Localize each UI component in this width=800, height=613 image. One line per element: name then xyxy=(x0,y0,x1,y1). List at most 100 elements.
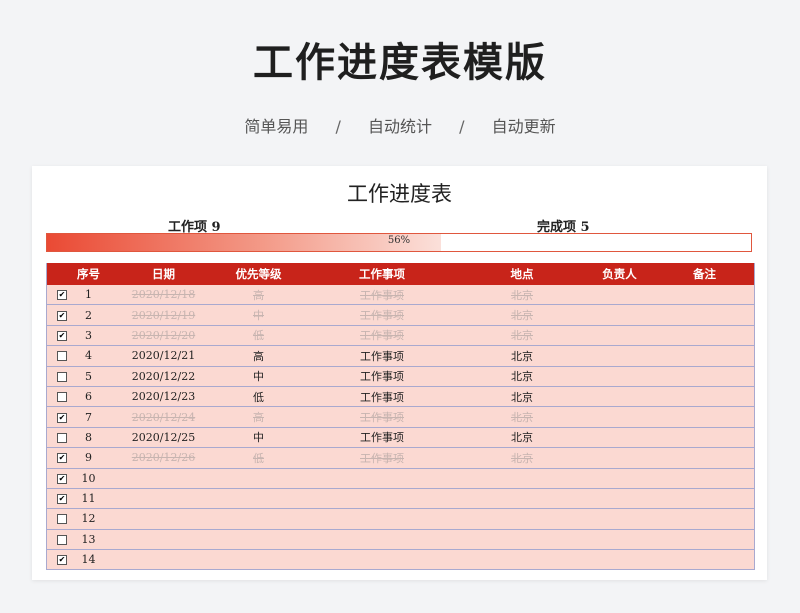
row-location[interactable]: 北京 xyxy=(468,450,576,466)
table-row: ✔ 2 2020/12/19 中工作事项 北京 xyxy=(47,305,754,326)
row-number[interactable]: 14 xyxy=(71,553,106,566)
row-date[interactable]: 2020/12/21 xyxy=(106,349,221,362)
row-priority[interactable]: 低 xyxy=(221,389,296,405)
row-date[interactable]: 2020/12/23 xyxy=(106,390,221,403)
row-number[interactable]: 2 xyxy=(71,309,106,322)
table-row: 12 xyxy=(47,509,754,530)
table-body: ✔ 1 2020/12/18 高工作事项 北京 ✔ 2 2020/12/19 中工作事项 北京 ✔ 3… xyxy=(47,285,754,571)
header-no[interactable]: 序号 xyxy=(71,266,106,282)
feature-auto-update: 自动更新 xyxy=(491,117,556,136)
row-date[interactable]: 2020/12/19 xyxy=(106,309,221,322)
row-location[interactable]: 北京 xyxy=(468,287,576,303)
row-priority[interactable]: 低 xyxy=(221,327,296,343)
separator: / xyxy=(459,117,465,136)
row-number[interactable]: 1 xyxy=(71,288,106,301)
done-checkbox[interactable]: ✔ xyxy=(57,555,67,566)
row-date[interactable]: 2020/12/18 xyxy=(106,288,221,301)
row-task[interactable]: 工作事项 xyxy=(296,368,468,384)
row-location[interactable]: 北京 xyxy=(468,429,576,445)
row-number[interactable]: 11 xyxy=(71,492,106,505)
row-task[interactable]: 工作事项 xyxy=(296,287,468,303)
row-priority[interactable]: 高 xyxy=(221,287,296,303)
row-location[interactable]: 北京 xyxy=(468,409,576,425)
table-row: ✔ 7 2020/12/24 高工作事项 北京 xyxy=(47,407,754,428)
row-checkbox-cell: ✔ xyxy=(47,411,71,424)
row-priority[interactable]: 高 xyxy=(221,409,296,425)
row-date[interactable]: 2020/12/25 xyxy=(106,431,221,444)
row-checkbox-cell xyxy=(47,533,71,546)
row-checkbox-cell: ✔ xyxy=(47,309,71,322)
row-number[interactable]: 9 xyxy=(71,451,106,464)
check-mark-icon: ✔ xyxy=(58,330,66,340)
row-date[interactable]: 2020/12/22 xyxy=(106,370,221,383)
row-location[interactable]: 北京 xyxy=(468,307,576,323)
row-checkbox-cell xyxy=(47,512,71,525)
sheet-title: 工作进度表 xyxy=(347,182,452,206)
header-priority[interactable]: 优先等级 xyxy=(221,266,296,282)
row-checkbox-cell: ✔ xyxy=(47,492,71,505)
row-number[interactable]: 4 xyxy=(71,349,106,362)
done-checkbox[interactable] xyxy=(57,514,67,525)
progress-bar: 56% xyxy=(46,233,752,252)
table-row: ✔ 3 2020/12/20 低工作事项 北京 xyxy=(47,325,754,347)
row-task[interactable]: 工作事项 xyxy=(296,348,468,364)
done-checkbox[interactable]: ✔ xyxy=(57,412,67,423)
done-checkbox[interactable] xyxy=(57,432,67,443)
row-priority[interactable]: 高 xyxy=(221,348,296,364)
row-priority[interactable]: 中 xyxy=(221,368,296,384)
row-date[interactable]: 2020/12/24 xyxy=(106,411,221,424)
done-checkbox[interactable] xyxy=(57,351,67,362)
check-mark-icon: ✔ xyxy=(58,494,66,504)
row-priority[interactable]: 中 xyxy=(221,429,296,445)
header-task[interactable]: 工作事项 xyxy=(296,266,468,282)
row-task[interactable]: 工作事项 xyxy=(296,429,468,445)
done-checkbox[interactable]: ✔ xyxy=(57,453,67,464)
done-checkbox[interactable]: ✔ xyxy=(57,310,67,321)
table-row: ✔ 10 xyxy=(47,468,754,489)
row-task[interactable]: 工作事项 xyxy=(296,450,468,466)
done-checkbox[interactable] xyxy=(57,371,67,382)
row-task[interactable]: 工作事项 xyxy=(296,409,468,425)
row-number[interactable]: 10 xyxy=(71,472,106,485)
done-checkbox[interactable] xyxy=(57,534,67,545)
done-checkbox[interactable] xyxy=(57,392,67,403)
row-checkbox-cell: ✔ xyxy=(47,288,71,301)
row-number[interactable]: 12 xyxy=(71,512,106,525)
done-checkbox[interactable]: ✔ xyxy=(57,473,67,484)
row-number[interactable]: 8 xyxy=(71,431,106,444)
row-location[interactable]: 北京 xyxy=(468,348,576,364)
check-mark-icon: ✔ xyxy=(58,473,66,483)
separator: / xyxy=(335,117,341,136)
header-location[interactable]: 地点 xyxy=(468,266,576,282)
feature-auto-stats: 自动统计 xyxy=(367,117,432,136)
check-mark-icon: ✔ xyxy=(58,310,66,320)
row-date[interactable]: 2020/12/26 xyxy=(106,451,221,464)
done-checkbox[interactable]: ✔ xyxy=(57,330,67,341)
row-number[interactable]: 5 xyxy=(71,370,106,383)
row-location[interactable]: 北京 xyxy=(468,368,576,384)
table-row: 5 2020/12/22 中工作事项 北京 xyxy=(47,366,754,387)
header-owner[interactable]: 负责人 xyxy=(576,266,663,282)
row-priority[interactable]: 中 xyxy=(221,307,296,323)
row-location[interactable]: 北京 xyxy=(468,327,576,343)
row-location[interactable]: 北京 xyxy=(468,389,576,405)
done-checkbox[interactable]: ✔ xyxy=(57,290,67,301)
row-checkbox-cell xyxy=(47,390,71,403)
row-task[interactable]: 工作事项 xyxy=(296,327,468,343)
row-priority[interactable]: 低 xyxy=(221,450,296,466)
header-note[interactable]: 备注 xyxy=(663,266,746,282)
row-task[interactable]: 工作事项 xyxy=(296,307,468,323)
row-number[interactable]: 3 xyxy=(71,329,106,342)
row-number[interactable]: 6 xyxy=(71,390,106,403)
task-table: 序号 日期 优先等级 工作事项 地点 负责人 备注 ✔ 1 2020/12/18 高工… xyxy=(46,263,755,571)
row-checkbox-cell: ✔ xyxy=(47,329,71,342)
row-task[interactable]: 工作事项 xyxy=(296,389,468,405)
done-checkbox[interactable]: ✔ xyxy=(57,494,67,505)
row-checkbox-cell xyxy=(47,431,71,444)
row-date[interactable]: 2020/12/20 xyxy=(106,329,221,342)
row-checkbox-cell xyxy=(47,349,71,362)
check-mark-icon: ✔ xyxy=(58,555,66,565)
row-number[interactable]: 13 xyxy=(71,533,106,546)
header-date[interactable]: 日期 xyxy=(106,266,221,282)
row-number[interactable]: 7 xyxy=(71,411,106,424)
